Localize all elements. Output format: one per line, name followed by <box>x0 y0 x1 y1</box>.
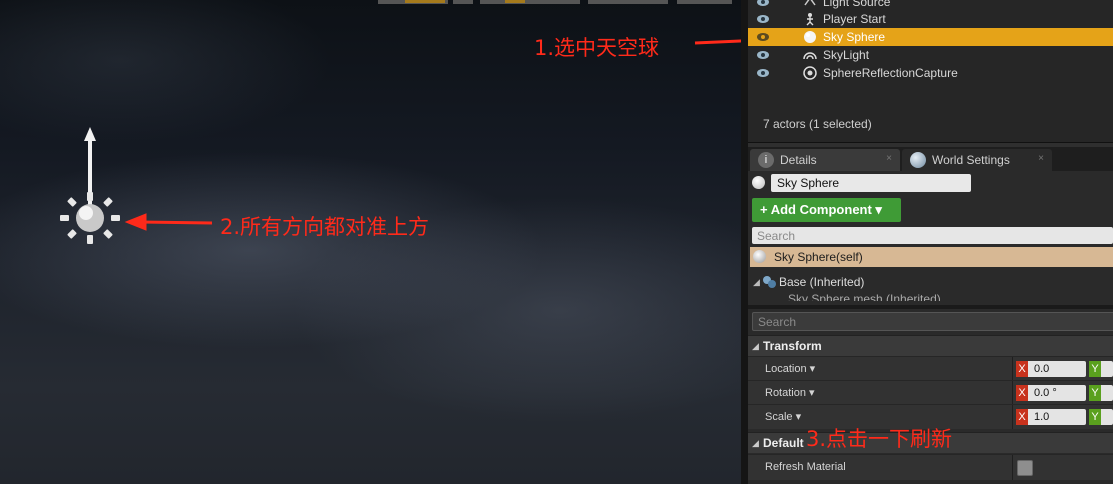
search-placeholder: Search <box>758 315 797 329</box>
x-axis-tag: X <box>1016 409 1028 425</box>
eye-visibility-icon[interactable] <box>756 31 770 43</box>
sphere-icon <box>753 250 766 263</box>
component-row-mesh[interactable]: Sky Sphere mesh (Inherited) <box>788 292 1088 301</box>
outliner-row-skylight[interactable]: SkyLight <box>748 46 1113 64</box>
info-icon: i <box>758 152 774 168</box>
collapse-triangle-icon[interactable]: ◢ <box>753 277 760 288</box>
sphere-icon <box>804 31 816 43</box>
eye-visibility-icon[interactable] <box>756 67 770 79</box>
viewport-toolbar-group[interactable] <box>588 0 668 4</box>
component-row-self[interactable]: Sky Sphere(self) <box>750 247 1113 267</box>
eye-visibility-icon[interactable] <box>756 49 770 61</box>
x-axis-tag: X <box>1016 385 1028 401</box>
column-splitter[interactable] <box>1012 357 1013 381</box>
rotation-x-field[interactable]: 0.0 ° <box>1028 385 1086 401</box>
category-transform[interactable]: ◢ Transform <box>748 335 1113 356</box>
location-y-field[interactable] <box>1101 361 1113 377</box>
sphere-icon <box>752 176 765 189</box>
directional-light-icon[interactable] <box>56 125 126 250</box>
outliner-item-label: Sky Sphere <box>823 30 886 44</box>
viewport-toolbar-group[interactable] <box>453 0 473 4</box>
tab-world-settings[interactable]: World Settings × <box>902 149 1052 171</box>
location-x-value: 0.0 <box>1034 363 1050 375</box>
refresh-material-checkbox[interactable] <box>1017 460 1033 476</box>
panel-divider[interactable] <box>748 305 1113 309</box>
outliner-item-label: SphereReflectionCapture <box>823 66 958 80</box>
column-splitter[interactable] <box>1012 381 1013 405</box>
outliner-item-label: Light Source <box>823 0 891 9</box>
outliner-item-label: SkyLight <box>823 48 870 62</box>
component-self-label: Sky Sphere(self) <box>774 250 863 264</box>
outliner-row-sphere-reflection-capture[interactable]: SphereReflectionCapture <box>748 64 1113 82</box>
property-rotation-label[interactable]: Rotation ▾ <box>765 386 815 399</box>
scale-y-field[interactable] <box>1101 409 1113 425</box>
eye-visibility-icon[interactable] <box>756 13 770 25</box>
property-rotation: Rotation ▾ X 0.0 ° Y <box>748 380 1113 405</box>
tab-details-label: Details <box>780 153 817 167</box>
world-outliner: Light Source Player Start Sky Sphere Sky… <box>748 0 1113 143</box>
level-viewport[interactable]: 2.所有方向都对准上方 <box>0 0 741 484</box>
property-location-label[interactable]: Location ▾ <box>765 362 815 375</box>
component-base-label: Base (Inherited) <box>779 275 865 289</box>
panel-splitter[interactable] <box>741 0 748 484</box>
location-x-field[interactable]: 0.0 <box>1028 361 1086 377</box>
component-mesh-label: Sky Sphere mesh (Inherited) <box>788 292 941 301</box>
component-search-input[interactable]: Search <box>752 227 1113 244</box>
scale-x-field[interactable]: 1.0 <box>1028 409 1086 425</box>
actor-name-value: Sky Sphere <box>777 176 840 190</box>
property-location: Location ▾ X 0.0 Y <box>748 356 1113 381</box>
viewport-toolbar-group[interactable] <box>480 0 580 4</box>
tab-world-settings-label: World Settings <box>932 153 1010 167</box>
component-row-base[interactable]: ◢ Base (Inherited) <box>750 273 1113 291</box>
details-tab-bar: i Details × World Settings × <box>748 147 1113 171</box>
collapse-triangle-icon: ◢ <box>752 341 759 351</box>
column-splitter[interactable] <box>1012 455 1013 480</box>
viewport-toolbar-active[interactable] <box>505 0 525 3</box>
refresh-material-label: Refresh Material <box>765 461 846 473</box>
rotation-y-field[interactable] <box>1101 385 1113 401</box>
annotation-select-sky-sphere: 1.选中天空球 <box>534 36 660 60</box>
y-axis-tag: Y <box>1089 409 1101 425</box>
add-component-button[interactable]: + Add Component ▾ <box>752 198 901 222</box>
category-default-label: Default <box>763 436 804 450</box>
tab-details[interactable]: i Details × <box>750 149 900 171</box>
outliner-row-sky-sphere[interactable]: Sky Sphere <box>748 28 1113 46</box>
property-scale-label[interactable]: Scale ▾ <box>765 410 801 423</box>
add-component-label: + Add Component ▾ <box>760 202 882 217</box>
scale-x-value: 1.0 <box>1034 411 1050 423</box>
category-transform-label: Transform <box>763 339 822 353</box>
globe-icon <box>910 152 926 168</box>
scene-component-icon <box>763 276 776 288</box>
collapse-triangle-icon: ◢ <box>752 438 759 448</box>
property-refresh-material: Refresh Material <box>748 454 1113 480</box>
details-search-input[interactable]: Search <box>752 312 1113 331</box>
viewport-toolbar-group[interactable] <box>677 0 732 4</box>
eye-visibility-icon[interactable] <box>756 0 770 8</box>
outliner-item-label: Player Start <box>823 12 886 26</box>
close-icon[interactable]: × <box>1038 153 1044 164</box>
outliner-row-player-start[interactable]: Player Start <box>748 10 1113 28</box>
x-axis-tag: X <box>1016 361 1028 377</box>
column-splitter[interactable] <box>1012 405 1013 429</box>
annotation-click-refresh: 3.点击一下刷新 <box>806 427 953 451</box>
player-start-icon <box>806 13 814 26</box>
y-axis-tag: Y <box>1089 361 1101 377</box>
actor-name-field[interactable]: Sky Sphere <box>771 174 971 192</box>
skylight-icon <box>803 52 817 60</box>
y-axis-tag: Y <box>1089 385 1101 401</box>
search-placeholder: Search <box>757 229 796 243</box>
actor-count-status: 7 actors (1 selected) <box>763 117 872 131</box>
close-icon[interactable]: × <box>886 153 892 164</box>
rotation-x-value: 0.0 ° <box>1034 387 1057 399</box>
light-source-icon <box>804 0 816 6</box>
viewport-toolbar-active[interactable] <box>405 0 445 3</box>
annotation-align-up: 2.所有方向都对准上方 <box>220 215 430 239</box>
reflection-capture-icon <box>803 66 817 80</box>
